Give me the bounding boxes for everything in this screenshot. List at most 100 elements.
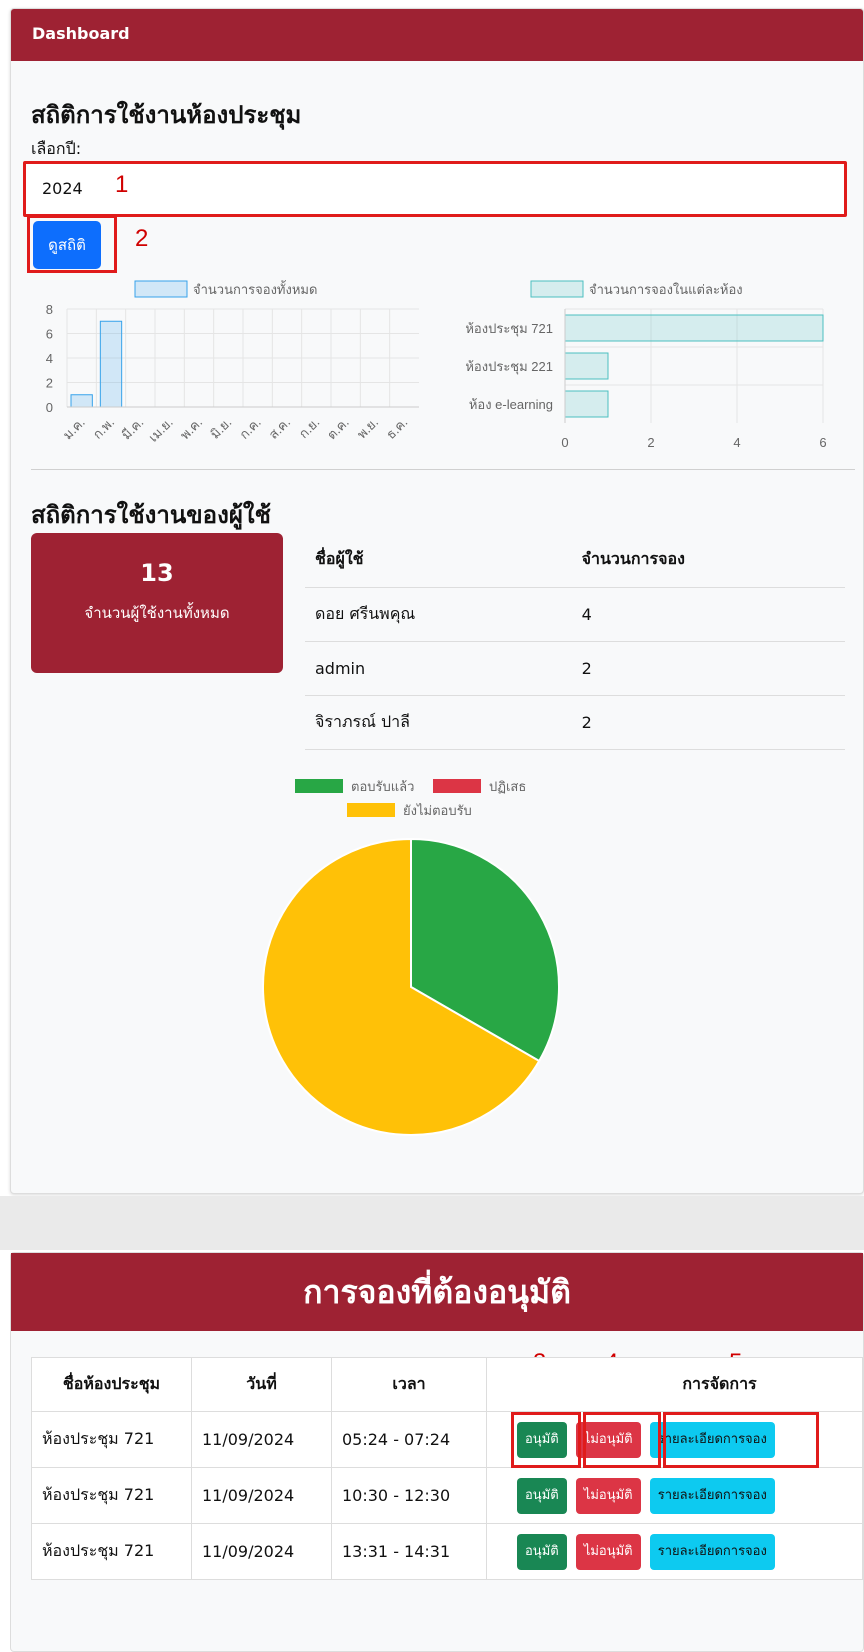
- table-row: admin 2: [305, 641, 845, 696]
- legend-swatch: [530, 280, 584, 298]
- user-count: 2: [571, 695, 845, 750]
- actions-cell: อนุมัติ ไม่อนุมัติ รายละเอียดการจอง: [486, 1411, 863, 1468]
- table-row: ห้องประชุม 721 11/09/2024 13:31 - 14:31 …: [31, 1523, 863, 1580]
- y-tick-label: ห้อง e-learning: [469, 397, 553, 412]
- reject-button[interactable]: ไม่อนุมัติ: [575, 1477, 641, 1514]
- legend-label: ปฏิเสธ: [489, 779, 526, 794]
- x-tick-label: ม.ค.: [60, 415, 88, 443]
- user-count: 2: [571, 641, 845, 696]
- legend-label: ตอบรับแล้ว: [351, 779, 414, 794]
- x-tick-label: 4: [733, 435, 740, 450]
- x-tick-label: 6: [819, 435, 826, 450]
- column-header-actions: การจัดการ: [486, 1357, 863, 1412]
- x-tick-label: พ.ค.: [177, 415, 205, 443]
- x-tick-label: 2: [647, 435, 654, 450]
- view-stats-button[interactable]: ดูสถิติ: [33, 221, 101, 269]
- bar: [70, 394, 93, 408]
- x-tick-label: พ.ย.: [354, 415, 381, 442]
- actions-cell: อนุมัติ ไม่อนุมัติ รายละเอียดการจอง: [486, 1523, 863, 1580]
- x-tick-label: ธ.ค.: [383, 415, 410, 442]
- x-tick-label: มิ.ย.: [207, 415, 234, 442]
- user-name: จิราภรณ์ ปาลี: [305, 695, 572, 750]
- column-header-date: วันที่: [191, 1357, 332, 1412]
- annotation-box-4: [583, 1412, 661, 1468]
- booking-date: 11/09/2024: [191, 1523, 332, 1580]
- booking-time: 05:24 - 07:24: [331, 1411, 487, 1468]
- approve-button[interactable]: อนุมัติ: [517, 1533, 567, 1570]
- x-tick-label: เม.ย.: [145, 415, 175, 445]
- user-count: 4: [571, 587, 845, 642]
- booking-time: 13:31 - 14:31: [331, 1523, 487, 1580]
- monthly-bookings-chart: จำนวนการจองทั้งหมด 0 2 4 6 8 ม.ค. ก.พ. มี.ค. เม.ย…: [46, 280, 419, 445]
- total-users-card: 13 จำนวนผู้ใช้งานทั้งหมด: [31, 533, 283, 673]
- year-label: เลือกปี:: [31, 139, 82, 158]
- room-name: ห้องประชุม 721: [31, 1467, 192, 1524]
- legend-swatch: [295, 779, 343, 793]
- y-tick-label: 0: [46, 400, 53, 415]
- booking-date: 11/09/2024: [191, 1411, 332, 1468]
- bar: [564, 390, 609, 418]
- dashboard-card: Dashboard สถิติการใช้งานห้องประชุม เลือก…: [10, 8, 864, 1194]
- legend-swatch: [433, 779, 481, 793]
- y-tick-label: 4: [46, 351, 53, 366]
- total-users-label: จำนวนผู้ใช้งานทั้งหมด: [84, 604, 230, 622]
- booking-details-button[interactable]: รายละเอียดการจอง: [649, 1533, 775, 1570]
- table-header-row: ชื่อผู้ใช้ จำนวนการจอง: [305, 533, 845, 588]
- x-tick-label: มี.ค.: [119, 415, 147, 443]
- bar: [99, 320, 123, 408]
- column-header-room: ชื่อห้องประชุม: [31, 1357, 192, 1412]
- x-tick-label: ส.ค.: [266, 415, 293, 442]
- pending-bookings-card: การจองที่ต้องอนุมัติ 3 4 5 ชื่อห้องประชุ…: [10, 1252, 864, 1652]
- room-name: ห้องประชุม 721: [31, 1523, 192, 1580]
- room-name: ห้องประชุม 721: [31, 1411, 192, 1468]
- divider: [31, 469, 855, 470]
- table-row: ห้องประชุม 721 11/09/2024 10:30 - 12:30 …: [31, 1467, 863, 1524]
- user-stats-title: สถิติการใช้งานของผู้ใช้: [31, 501, 271, 529]
- section-gap: [0, 1196, 864, 1250]
- bar: [564, 352, 609, 380]
- y-tick-label: ห้องประชุม 721: [465, 321, 553, 337]
- y-tick-label: 6: [46, 327, 53, 342]
- y-tick-label: 2: [46, 376, 53, 391]
- column-header-count: จำนวนการจอง: [571, 533, 845, 588]
- x-tick-label: ก.ค.: [236, 415, 263, 442]
- card-header: Dashboard: [11, 9, 863, 61]
- x-tick-label: 0: [561, 435, 568, 450]
- year-select[interactable]: 2024: [23, 161, 847, 217]
- y-tick-label: ห้องประชุม 221: [465, 359, 553, 375]
- x-tick-label: ก.พ.: [90, 415, 117, 442]
- legend-swatch: [347, 803, 395, 817]
- table-row: ห้องประชุม 721 11/09/2024 05:24 - 07:24 …: [31, 1411, 863, 1468]
- annotation-1: 1: [115, 171, 129, 198]
- column-header-time: เวลา: [331, 1357, 487, 1412]
- user-name: ดอย ศรีนพคุณ: [305, 587, 572, 642]
- legend-label: จำนวนการจองทั้งหมด: [193, 280, 317, 297]
- pending-title: การจองที่ต้องอนุมัติ: [11, 1253, 863, 1331]
- table-header-row: ชื่อห้องประชุม วันที่ เวลา การจัดการ: [31, 1357, 863, 1412]
- y-tick-label: 8: [46, 302, 53, 317]
- user-name: admin: [305, 641, 572, 696]
- legend-swatch: [134, 280, 188, 298]
- actions-cell: อนุมัติ ไม่อนุมัติ รายละเอียดการจอง: [486, 1467, 863, 1524]
- reject-button[interactable]: ไม่อนุมัติ: [575, 1533, 641, 1570]
- booking-time: 10:30 - 12:30: [331, 1467, 487, 1524]
- booking-details-button[interactable]: รายละเอียดการจอง: [649, 1477, 775, 1514]
- x-tick-label: ก.ย.: [296, 415, 323, 442]
- booking-date: 11/09/2024: [191, 1467, 332, 1524]
- x-tick-label: ต.ค.: [324, 415, 352, 443]
- total-users-count: 13: [140, 559, 174, 587]
- user-booking-table: ชื่อผู้ใช้ จำนวนการจอง ดอย ศรีนพคุณ 4 ad…: [305, 533, 845, 750]
- table-row: จิราภรณ์ ปาลี 2: [305, 695, 845, 750]
- room-bookings-chart: จำนวนการจองในแต่ละห้อง 0 2 4 6 ห้องประชุม 721…: [465, 280, 827, 450]
- legend-label: ยังไม่ตอบรับ: [403, 803, 472, 818]
- annotation-box-5: [663, 1412, 819, 1468]
- legend-label: จำนวนการจองในแต่ละห้อง: [589, 282, 743, 297]
- annotation-box-3: [511, 1412, 581, 1468]
- approve-button[interactable]: อนุมัติ: [517, 1477, 567, 1514]
- bar: [564, 314, 824, 342]
- booking-status-pie-chart: ตอบรับแล้ว ปฏิเสธยังไม่ตอบรับ: [262, 779, 560, 1136]
- room-stats-title: สถิติการใช้งานห้องประชุม: [31, 101, 302, 129]
- annotation-2: 2: [135, 225, 149, 252]
- column-header-user: ชื่อผู้ใช้: [305, 533, 572, 588]
- table-row: ดอย ศรีนพคุณ 4: [305, 587, 845, 642]
